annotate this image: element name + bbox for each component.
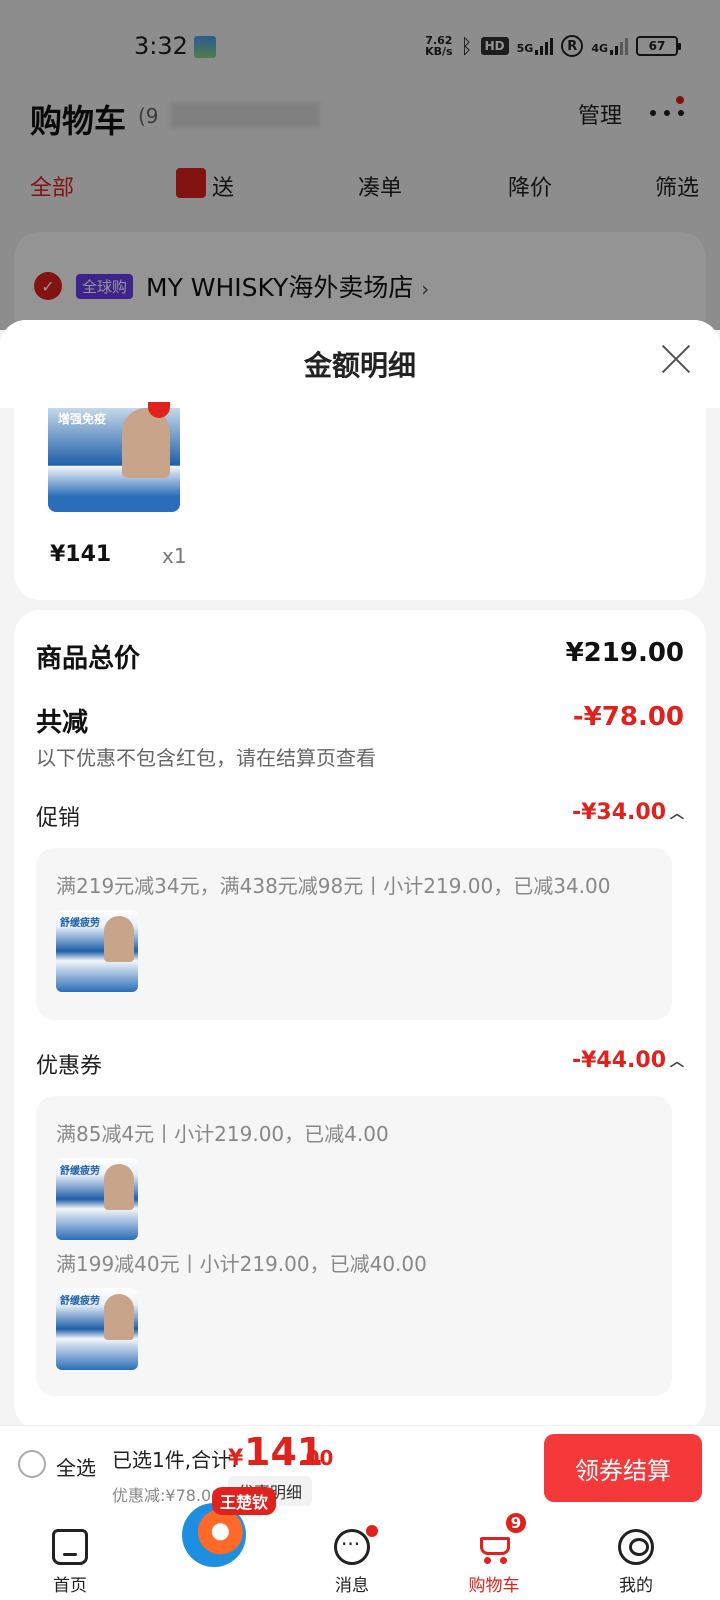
coupon-rule-2: 满199减40元丨小计219.00，已减40.00 [56,1252,427,1276]
discount-note: 以下优惠不包含红包，请在结算页查看 [36,746,376,770]
promo-detail-box: 满219元减34元，满438元减98元丨小计219.00，已减34.00 舒缓疲… [36,848,672,1020]
promo-product-thumb[interactable]: 舒缓疲劳 [56,910,138,992]
product-card: 增强免疫 ¥141 x1 [14,402,706,600]
promo-label: 促销 [36,806,81,831]
discount-summary: 优惠减:¥78.00 [112,1486,222,1505]
total-currency: ¥ [228,1446,244,1471]
home-icon [52,1529,88,1565]
coupon-label: 优惠券 [36,1054,103,1079]
nav-home[interactable]: 首页 [20,1517,120,1600]
coupon-product-thumb-1[interactable]: 舒缓疲劳 [56,1158,138,1240]
bottom-nav: 首页 王楚钦 消息 9 购物车 我的 [0,1487,720,1600]
coupon-product-thumb-2[interactable]: 舒缓疲劳 [56,1288,138,1370]
chevron-up-icon: ︿ [670,1054,684,1070]
promo-value-toggle[interactable]: -¥34.00 ︿ [572,800,684,825]
promo-rule: 满219元减34元，满438元减98元丨小计219.00，已减34.00 [56,874,611,898]
message-dot [366,1525,378,1537]
selected-summary: 已选1件,合计: [112,1448,238,1472]
coupon-rule-1: 满85减4元丨小计219.00，已减4.00 [56,1122,389,1146]
price-detail-card: 商品总价 ¥219.00 共减 -¥78.00 以下优惠不包含红包，请在结算页查… [14,610,706,1425]
message-icon [334,1529,370,1565]
goods-total-label: 商品总价 [36,644,141,674]
amount-detail-sheet: 金额明细 增强免疫 ¥141 x1 商品总价 ¥219.00 共减 -¥78.0… [0,320,720,1425]
coupon-value-toggle[interactable]: -¥44.00 ︿ [572,1048,684,1073]
reduction-label: 共减 [36,708,89,738]
chevron-up-icon: ︿ [670,806,684,822]
cart-icon [476,1529,512,1565]
cart-badge: 9 [504,1511,528,1535]
promo-tag[interactable]: 王楚钦 [212,1487,277,1515]
coupon-detail-box: 满85减4元丨小计219.00，已减4.00 舒缓疲劳 满199减40元丨小计2… [36,1096,672,1396]
product-image[interactable]: 增强免疫 [48,408,180,512]
product-quantity: x1 [162,544,187,568]
sheet-title: 金额明细 [303,349,416,382]
sheet-header: 金额明细 [0,320,720,408]
select-all-label[interactable]: 全选 [56,1452,96,1481]
modal-backdrop[interactable] [0,0,720,330]
reduction-value: -¥78.00 [572,702,684,732]
total-decimal: .00 [298,1446,334,1470]
select-all-checkbox[interactable] [18,1450,46,1478]
product-price: ¥141 [50,542,112,567]
checkout-button[interactable]: 领券结算 [544,1434,702,1502]
goods-total-value: ¥219.00 [565,638,684,668]
close-icon[interactable] [660,342,692,374]
checkout-bar: 全选 已选1件,合计: ¥ 141 .00 优惠减:¥78.00 优惠明细 领券… [0,1425,720,1517]
nav-me[interactable]: 我的 [586,1517,686,1600]
nav-messages[interactable]: 消息 [302,1517,402,1600]
nav-cart[interactable]: 9 购物车 [444,1511,544,1600]
profile-icon [618,1529,654,1565]
